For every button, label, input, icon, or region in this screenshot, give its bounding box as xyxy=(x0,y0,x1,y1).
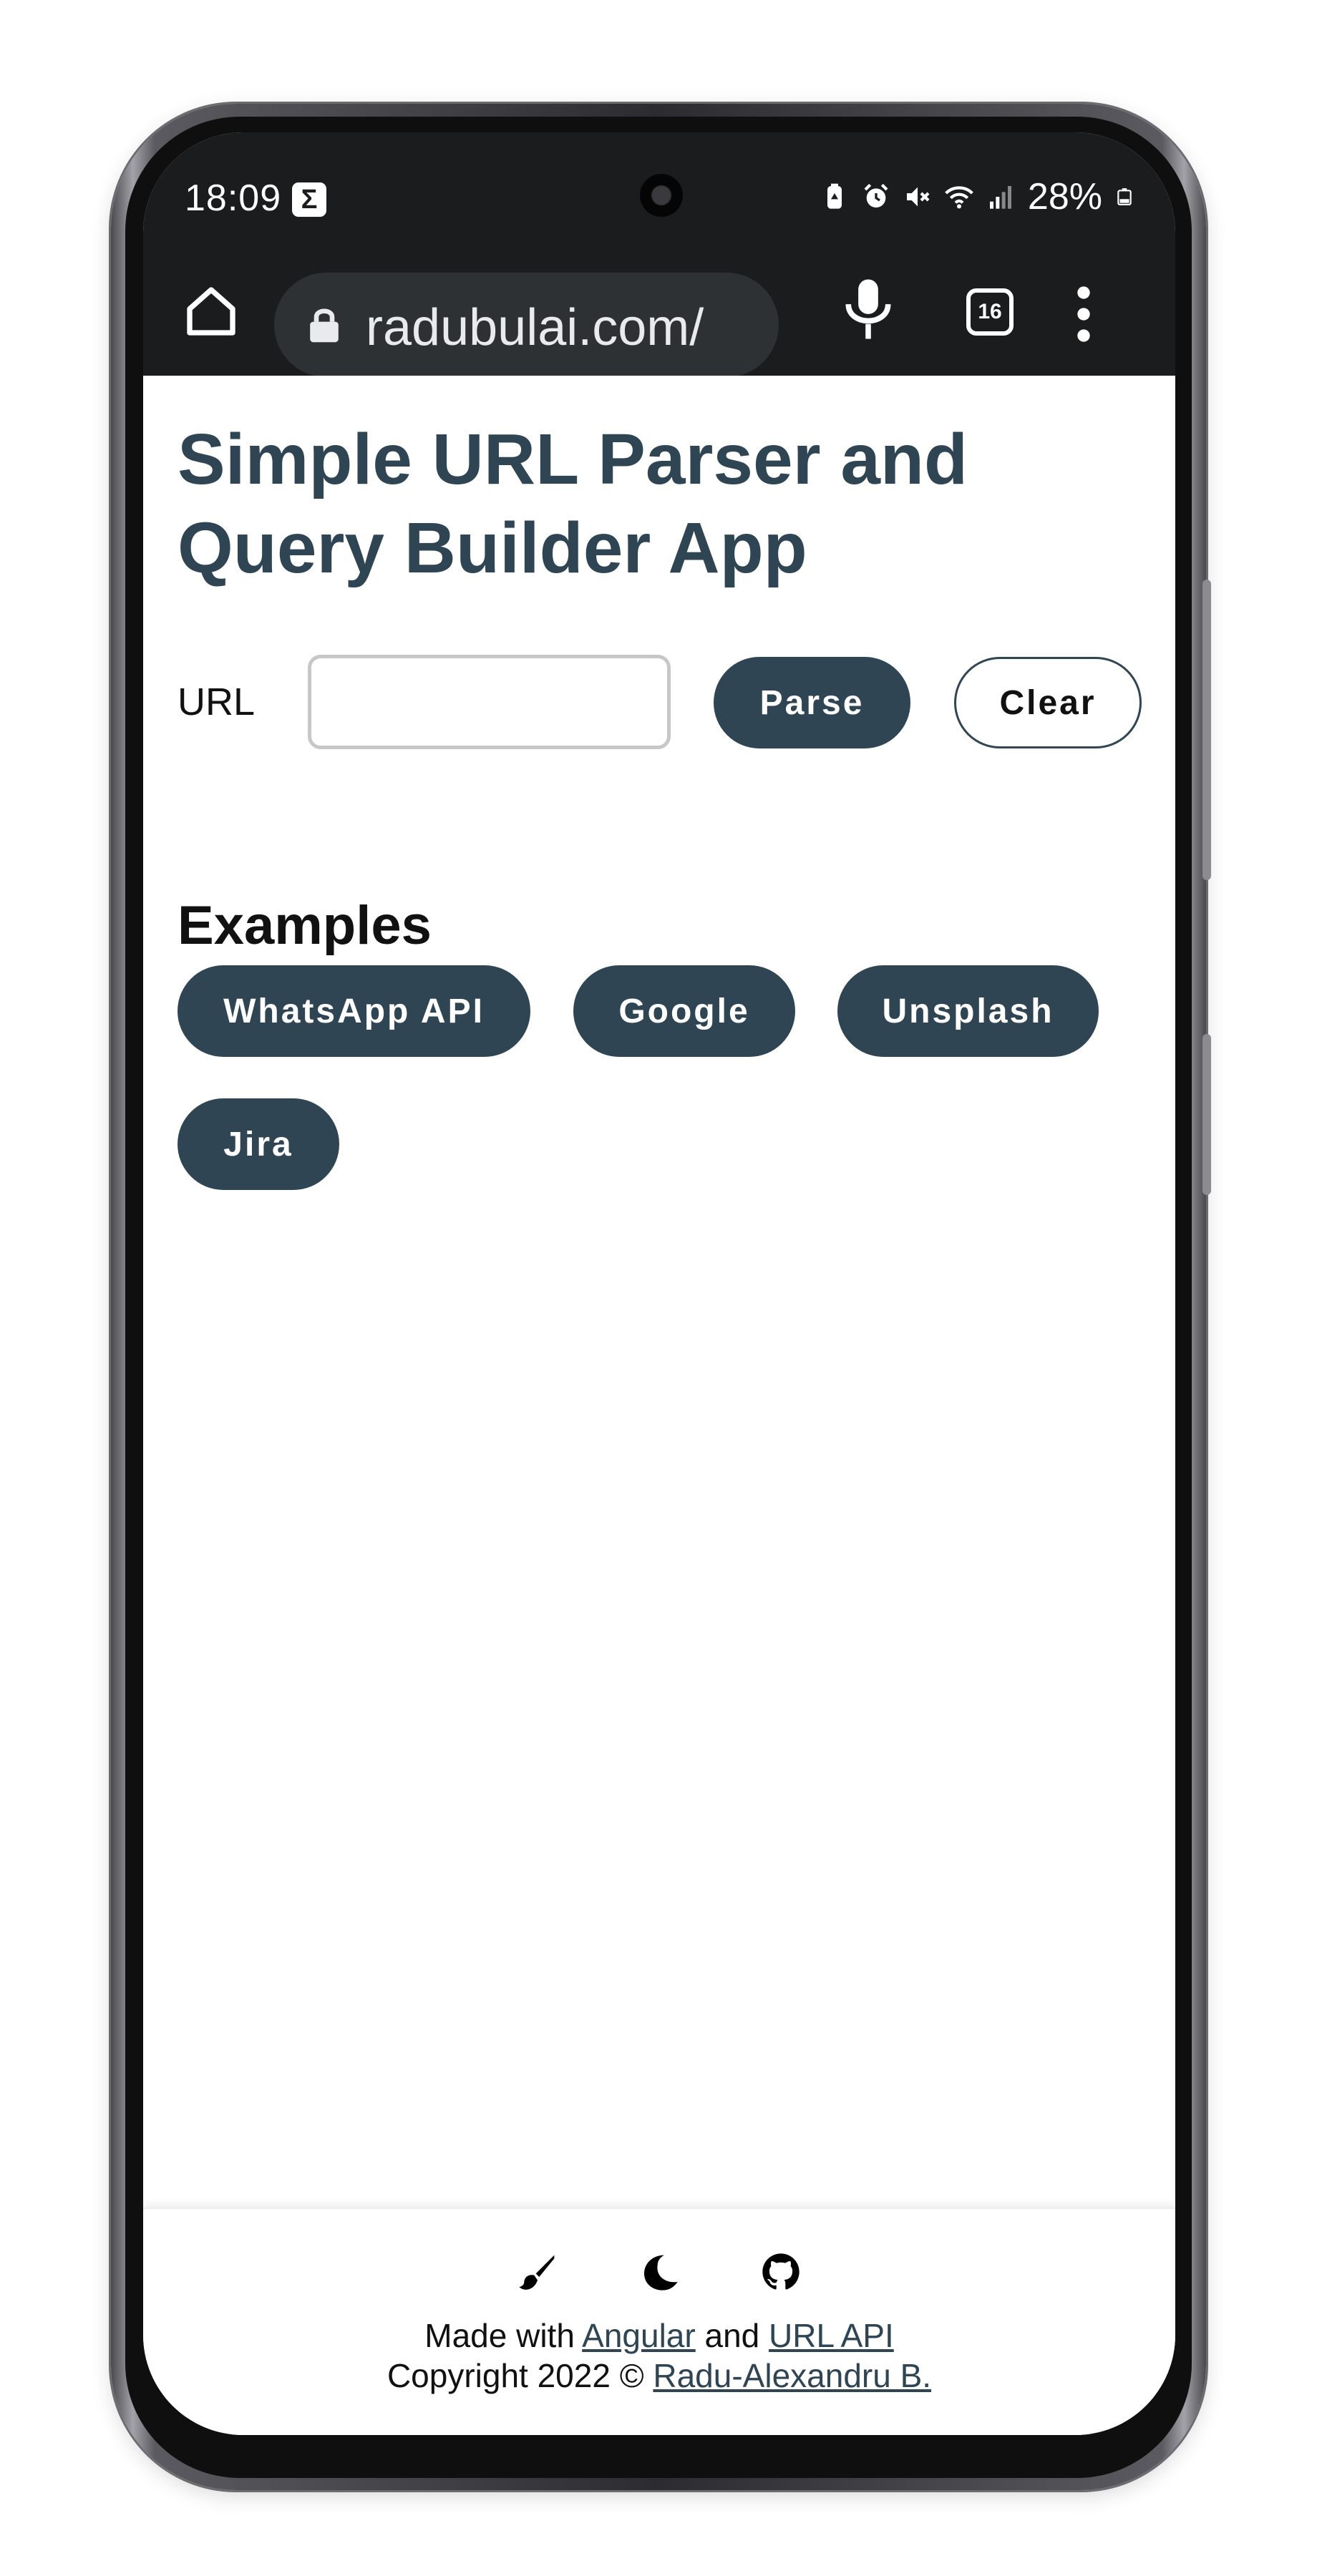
front-camera xyxy=(640,174,683,217)
volume-button xyxy=(1202,580,1211,880)
brush-icon[interactable] xyxy=(517,2252,558,2292)
menu-icon[interactable] xyxy=(1077,286,1091,343)
battery-saver-icon xyxy=(827,183,842,209)
footer-copyright: Copyright 2022 © Radu-Alexandru B. xyxy=(143,2356,1175,2395)
page-content: Simple URL Parser and Query Builder App … xyxy=(143,376,1175,2336)
examples-heading: Examples xyxy=(178,895,432,956)
tabs-icon[interactable]: 16 xyxy=(966,288,1014,336)
made-with-text: Made with xyxy=(424,2317,575,2354)
parse-button[interactable]: Parse xyxy=(714,657,910,748)
angular-link[interactable]: Angular xyxy=(582,2317,696,2354)
copyright-text: Copyright 2022 © xyxy=(387,2357,644,2394)
example-unsplash-button[interactable]: Unsplash xyxy=(837,965,1099,1057)
power-button xyxy=(1202,1034,1211,1195)
browser-toolbar: radubulai.com/ 16 xyxy=(143,247,1175,377)
wifi-icon xyxy=(945,186,973,209)
battery-icon xyxy=(1117,188,1132,205)
page-footer: Made with Angular and URL API Copyright … xyxy=(143,2207,1175,2435)
footer-made-with: Made with Angular and URL API xyxy=(143,2316,1175,2355)
home-icon[interactable] xyxy=(183,283,240,340)
url-input[interactable] xyxy=(308,655,671,749)
alarm-icon xyxy=(864,183,888,208)
example-whatsapp-button[interactable]: WhatsApp API xyxy=(178,965,530,1057)
mute-icon xyxy=(906,187,930,207)
and-text: and xyxy=(704,2317,760,2354)
address-bar[interactable]: radubulai.com/ xyxy=(274,273,779,377)
url-api-link[interactable]: URL API xyxy=(769,2317,894,2354)
clear-button[interactable]: Clear xyxy=(954,657,1142,748)
page-title: Simple URL Parser and Query Builder App xyxy=(178,419,968,588)
status-bar: 18:09 Σ 28% xyxy=(143,132,1175,247)
example-jira-button[interactable]: Jira xyxy=(178,1098,339,1190)
lock-icon xyxy=(310,308,339,343)
github-icon[interactable] xyxy=(761,2252,801,2292)
battery-percent: 28% xyxy=(1027,176,1102,218)
author-link[interactable]: Radu-Alexandru B. xyxy=(653,2357,931,2394)
mic-icon[interactable] xyxy=(843,277,893,341)
address-bar-url: radubulai.com/ xyxy=(366,299,704,356)
url-label: URL xyxy=(178,680,256,723)
status-icons: 28% xyxy=(820,175,1134,218)
phone-screen: 18:09 Σ 28% radubulai.com/ 16 Simple URL… xyxy=(143,132,1175,2435)
status-time: 18:09 xyxy=(185,177,282,219)
sigma-icon: Σ xyxy=(292,182,326,217)
signal-icon xyxy=(989,186,1011,209)
example-google-button[interactable]: Google xyxy=(573,965,795,1057)
moon-icon[interactable] xyxy=(639,2252,679,2292)
